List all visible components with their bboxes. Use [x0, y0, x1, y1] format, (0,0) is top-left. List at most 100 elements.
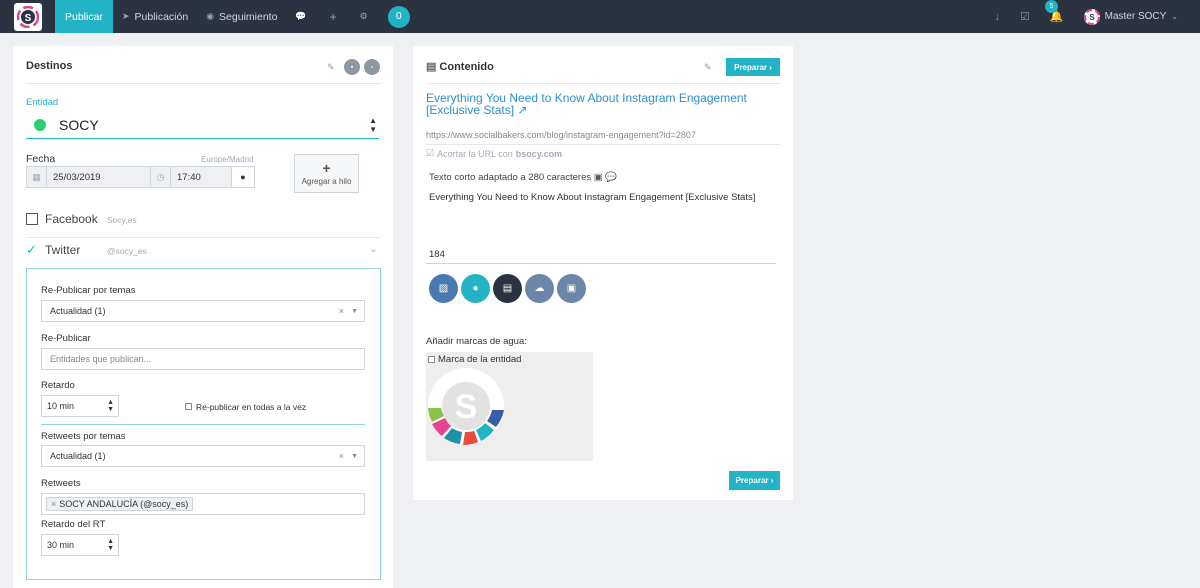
caret-down-icon: ▼: [351, 452, 358, 460]
eraser-icon[interactable]: ✎: [704, 62, 712, 73]
divider: [26, 83, 381, 84]
date-input[interactable]: ▦ 25/03/2019: [26, 166, 151, 188]
repub-all-label: Re-publicar en todas a la vez: [196, 402, 307, 412]
entity-status-dot: [34, 118, 46, 131]
url-field[interactable]: https://www.socialbakers.com/blog/instag…: [426, 130, 696, 140]
eraser-icon[interactable]: ✎: [327, 62, 335, 73]
avatar: S: [1083, 8, 1100, 25]
notification-badge: 5: [1044, 0, 1058, 13]
tasks-icon[interactable]: ☑: [1020, 10, 1030, 23]
clear-icon[interactable]: ×: [339, 451, 344, 461]
image-icon[interactable]: ▨: [429, 274, 458, 303]
rt-delay-stepper[interactable]: 30 min ▲ ▼: [41, 534, 119, 556]
bell-icon[interactable]: 🔔 5: [1044, 0, 1064, 23]
retardo-value: 10 min: [47, 401, 75, 411]
rt-temas-label: Retweets por temas: [41, 431, 126, 442]
download-icon[interactable]: ↓: [995, 11, 1001, 23]
nav-add[interactable]: +: [321, 0, 351, 33]
gallery-icon[interactable]: ▣: [557, 274, 586, 303]
rt-temas-value: Actualidad (1): [50, 451, 106, 461]
check-icon[interactable]: ✓: [26, 242, 37, 258]
rt-temas-select[interactable]: Actualidad (1) × ▼: [41, 445, 365, 467]
svg-text:S: S: [1089, 13, 1095, 22]
panel-title: Destinos: [26, 60, 73, 72]
top-navbar: S Publicar ➤ Publicación ◉ Seguimiento 💬 +…: [0, 0, 1200, 33]
nav-publicar[interactable]: Publicar: [55, 0, 113, 33]
divider: [426, 144, 780, 145]
socy-watermark-logo: S: [428, 368, 504, 446]
external-link-icon: ↗: [517, 103, 528, 117]
add-thread-button[interactable]: + Agregar a hilo: [294, 154, 359, 193]
chevron-down-icon[interactable]: ⌄: [369, 244, 377, 255]
rt-tag-label: SOCY ANDALUCÍA (@socy_es): [59, 499, 189, 509]
clock-icon: ◷: [151, 167, 171, 187]
timezone-label: Europe/Madrid: [201, 155, 254, 164]
twitter-label: Twitter: [45, 243, 81, 257]
watermark-checkbox[interactable]: [428, 356, 435, 363]
char-count: 184: [429, 249, 445, 260]
globe-icon[interactable]: ●: [461, 274, 490, 303]
nav-publicar-label: Publicar: [65, 10, 103, 23]
checked-icon: ☑: [426, 148, 435, 158]
plus-icon: +: [322, 159, 331, 176]
sort-arrows-icon: ▲ ▼: [369, 115, 377, 134]
repub-temas-select[interactable]: Actualidad (1) × ▼: [41, 300, 365, 322]
divider: [41, 424, 365, 425]
watermark-label: Añadir marcas de agua:: [426, 336, 527, 347]
entity-select[interactable]: SOCY ▲ ▼: [26, 111, 379, 139]
remove-tag-icon[interactable]: ×: [51, 499, 56, 509]
repub-input[interactable]: Entidades que publican...: [41, 348, 365, 370]
divider: [426, 263, 776, 264]
retardo-label: Retardo: [41, 380, 75, 391]
comments-icon: 💬: [605, 172, 618, 183]
time-input[interactable]: ◷ 17:40: [150, 166, 232, 188]
twitter-handle: @socy_es: [107, 246, 147, 256]
timezone-button[interactable]: ●: [231, 166, 255, 188]
shorten-prefix: Acortar la URL con: [437, 148, 513, 159]
folder-open-icon[interactable]: ▫: [364, 59, 380, 75]
watermark-option[interactable]: Marca de la entidad: [428, 354, 521, 365]
calendar-icon: ▦: [27, 167, 47, 187]
nav-settings[interactable]: ⚙: [351, 0, 382, 33]
repub-temas-label: Re-Publicar por temas: [41, 285, 136, 296]
text-label-text: Texto corto adaptado a 280 caracteres: [429, 172, 592, 183]
clear-icon[interactable]: ×: [339, 306, 344, 316]
rt-input[interactable]: × SOCY ANDALUCÍA (@socy_es): [41, 493, 365, 515]
rt-delay-value: 30 min: [47, 540, 75, 550]
entidad-label: Entidad: [26, 97, 59, 108]
link-title[interactable]: Everything You Need to Know About Instag…: [426, 92, 766, 116]
destinos-panel: Destinos ✎ ▪ ▫ Entidad SOCY ▲ ▼ Fecha Eur…: [13, 46, 393, 588]
shorten-url-option[interactable]: ☑ Acortar la URL con bsocy.com: [426, 148, 562, 159]
facebook-handle: Socy.es: [107, 215, 137, 225]
globe-icon: ●: [240, 172, 246, 182]
retardo-stepper[interactable]: 10 min ▲ ▼: [41, 395, 119, 417]
app-logo[interactable]: S: [14, 2, 42, 31]
nav-publicacion[interactable]: ➤ Publicación: [113, 0, 197, 33]
plus-icon: +: [329, 9, 337, 24]
folder-icon[interactable]: ▪: [344, 59, 360, 75]
gear-icon: ⚙: [359, 11, 368, 21]
shorten-domain: bsocy.com: [515, 148, 563, 159]
cloud-icon[interactable]: ☁: [525, 274, 554, 303]
panel-title-label: Contenido: [439, 61, 494, 73]
rt-tag[interactable]: × SOCY ANDALUCÍA (@socy_es): [46, 497, 194, 511]
twitter-options-box: Re-Publicar por temas Actualidad (1) × ▼…: [26, 268, 381, 580]
entity-name: SOCY: [59, 116, 99, 133]
prepare-button-bottom[interactable]: Preparar ›: [729, 471, 780, 490]
prepare-button[interactable]: Preparar ›: [726, 58, 780, 76]
file-icon[interactable]: ▤: [493, 274, 522, 303]
nav-chat[interactable]: 💬: [286, 0, 320, 33]
nav-seguimiento[interactable]: ◉ Seguimiento: [197, 0, 286, 33]
repub-placeholder: Entidades que publican...: [50, 354, 152, 364]
stepper-arrows-icon: ▲ ▼: [107, 399, 114, 413]
chat-icon: 💬: [295, 11, 307, 21]
contenido-panel: ▤ Contenido ✎ Preparar › Everything You N…: [413, 46, 793, 500]
pending-count-badge[interactable]: 0: [387, 5, 410, 28]
user-menu[interactable]: S Master SOCY ⌄: [1083, 8, 1178, 25]
repub-all-checkbox[interactable]: [185, 403, 192, 410]
link-title-text: Everything You Need to Know About Instag…: [426, 91, 747, 117]
facebook-checkbox[interactable]: [26, 213, 38, 225]
repub-label: Re-Publicar: [41, 333, 91, 344]
post-textarea[interactable]: Everything You Need to Know About Instag…: [429, 192, 755, 203]
stepper-arrows-icon: ▲ ▼: [107, 538, 114, 552]
